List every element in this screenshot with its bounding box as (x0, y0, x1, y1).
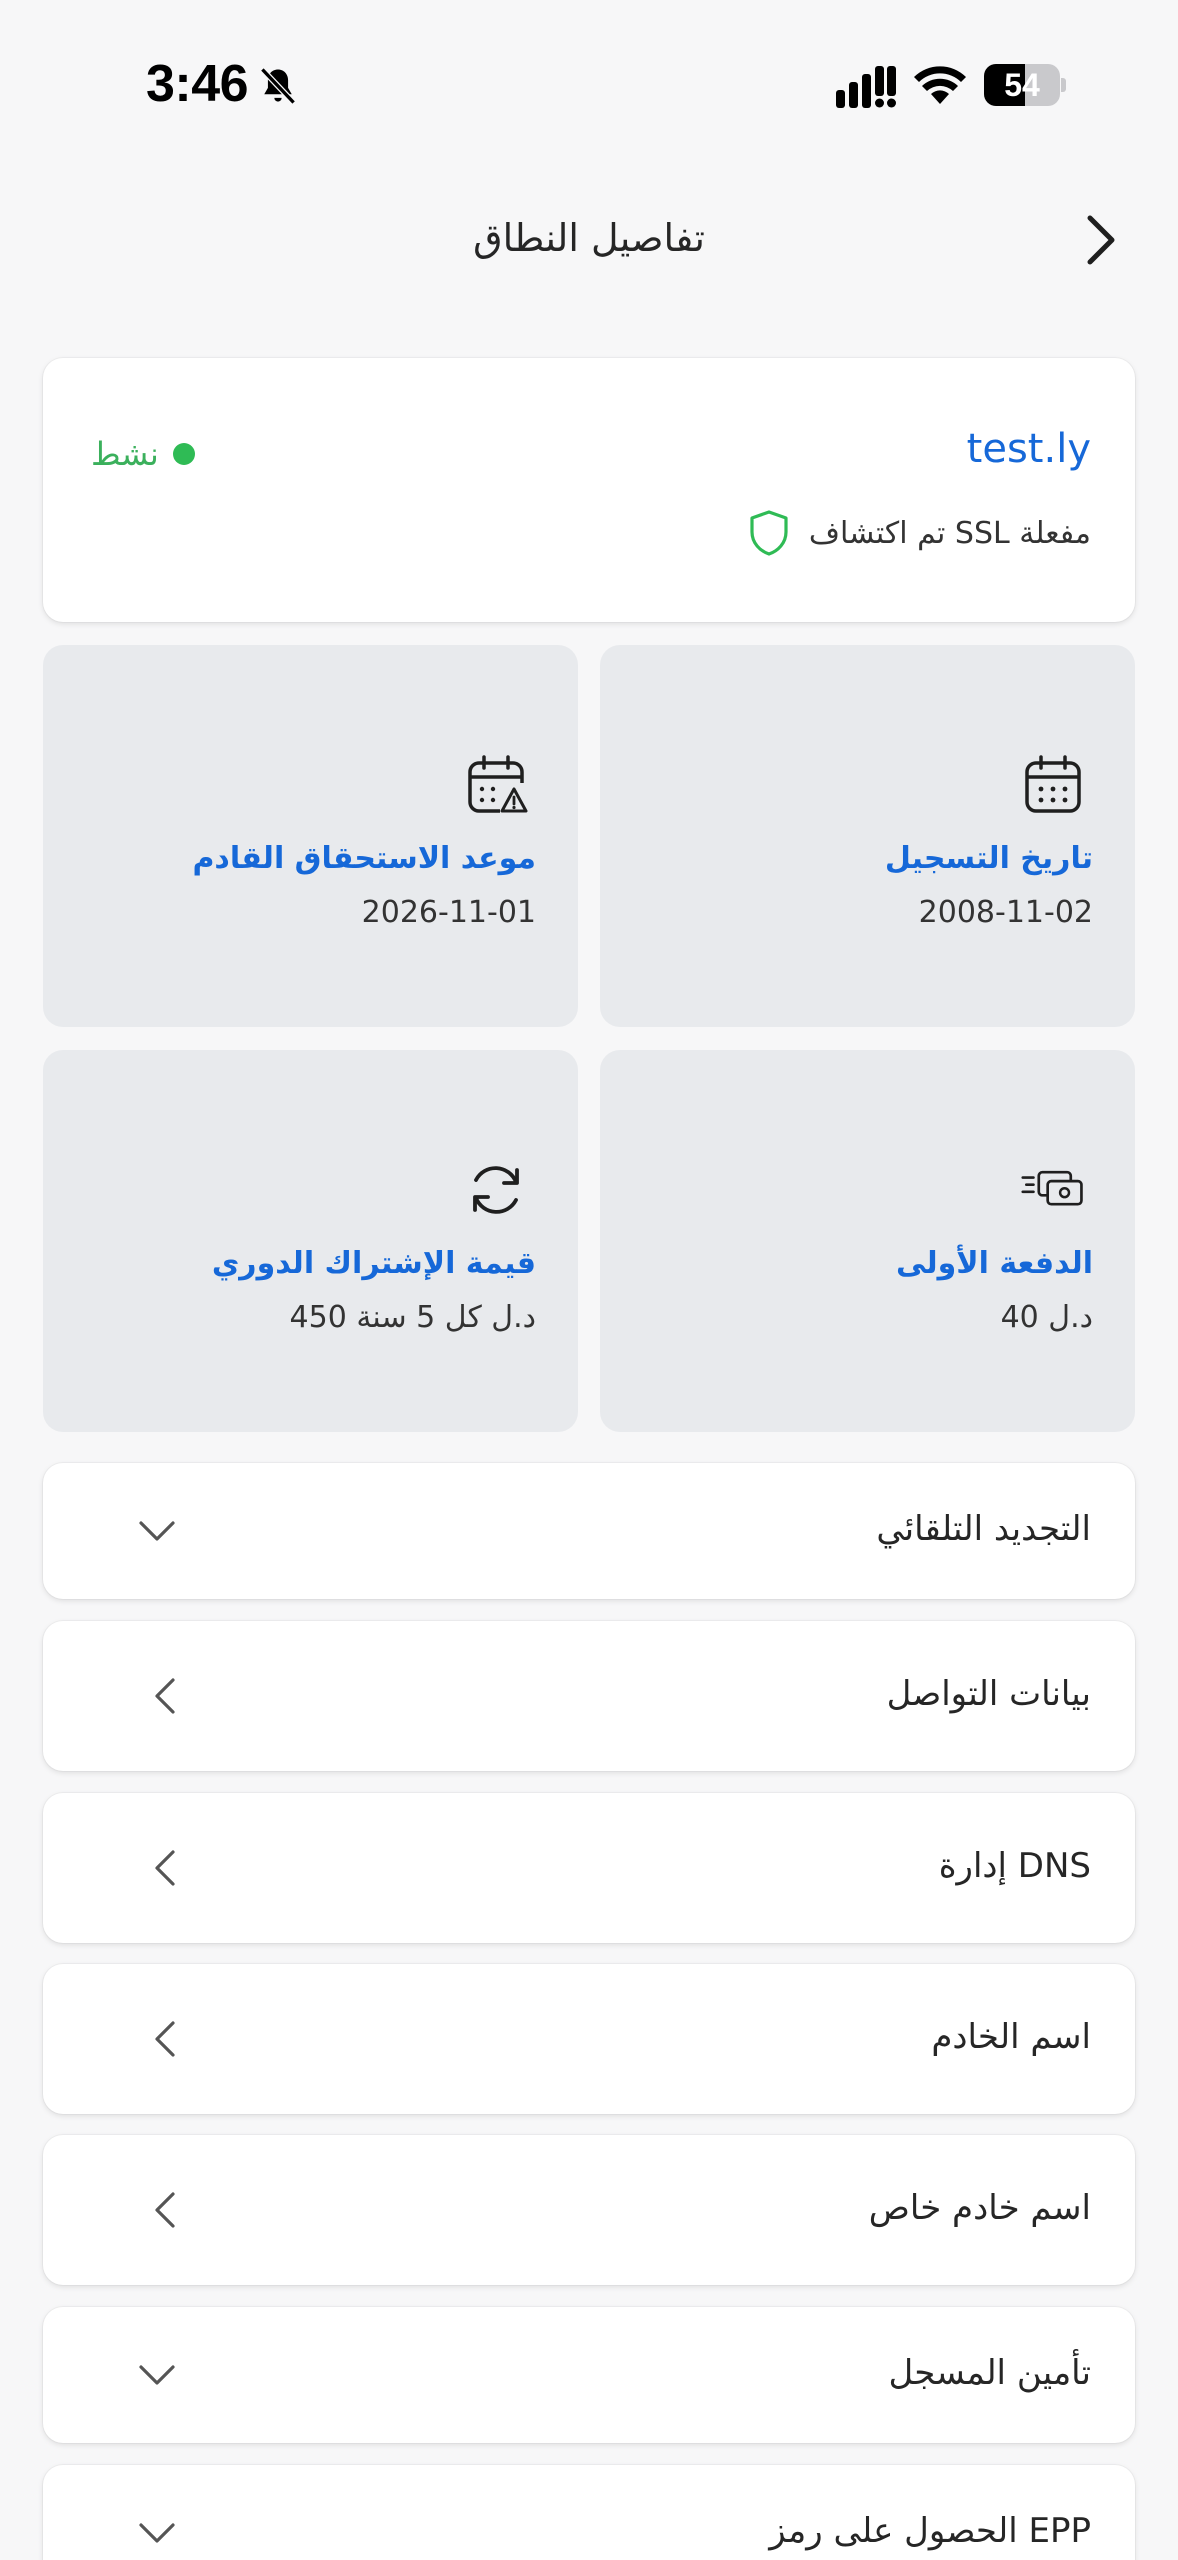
section-label: اسم خادم خاص (868, 2188, 1091, 2228)
registration-date-tile: تاريخ التسجيل 2008-11-02 (600, 645, 1135, 1027)
signal-icon (836, 66, 896, 108)
tile-value: 2026-11-01 (361, 895, 536, 930)
chevron-left-icon (155, 1850, 175, 1886)
calendar-warning-icon (468, 755, 528, 813)
status-time: 3:46 (146, 55, 249, 113)
epp-code-section[interactable]: الحصول على رمز EPP (43, 2465, 1135, 2560)
section-label: بيانات التواصل (886, 1674, 1091, 1714)
battery-level: 54 (1004, 67, 1040, 103)
section-label: الحصول على رمز EPP (769, 2511, 1091, 2551)
tile-value: 2008-11-02 (918, 895, 1093, 930)
back-button[interactable] (1072, 208, 1128, 272)
next-due-date-tile: موعد الاستحقاق القادم 2026-11-01 (43, 645, 578, 1027)
battery-icon: 54 (984, 64, 1066, 106)
status-badge: نشط (91, 432, 195, 476)
domain-summary-card: test.ly نشط تم اكتشاف SSL مفعلة (43, 358, 1135, 622)
wifi-icon (914, 66, 966, 104)
section-label: اسم الخادم (931, 2017, 1091, 2057)
page-title: تفاصيل النطاق (473, 216, 705, 260)
ssl-text: تم اكتشاف SSL مفعلة (808, 515, 1091, 551)
chevron-left-icon (155, 2021, 175, 2057)
domain-name: test.ly (966, 426, 1091, 472)
status-dot-icon (172, 443, 195, 465)
private-nameserver-section[interactable]: اسم خادم خاص (43, 2135, 1135, 2285)
domain-details-screen: 3:46 54 تفاصيل النطاق test.ly نشط تم اكت… (0, 0, 1178, 2560)
tile-label: الدفعة الأولى (896, 1246, 1093, 1281)
tile-label: موعد الاستحقاق القادم (192, 841, 536, 876)
chevron-left-icon (155, 1678, 175, 1714)
first-payment-tile: الدفعة الأولى 40 د.ل (600, 1050, 1135, 1432)
section-label: إدارة DNS (938, 1846, 1091, 1886)
status-bar: 3:46 54 (0, 0, 1178, 150)
chevron-left-icon (155, 2192, 175, 2228)
tile-value: 450 د.ل كل 5 سنة (289, 1300, 536, 1335)
auto-renew-section[interactable]: التجديد التلقائي (43, 1463, 1135, 1599)
tile-label: تاريخ التسجيل (884, 841, 1093, 876)
ssl-status: تم اكتشاف SSL مفعلة (747, 508, 1091, 558)
registrar-lock-section[interactable]: تأمين المسجل (43, 2307, 1135, 2443)
money-icon (1021, 1170, 1083, 1206)
subscription-value-tile: قيمة الإشتراك الدوري 450 د.ل كل 5 سنة (43, 1050, 578, 1432)
section-label: تأمين المسجل (888, 2353, 1091, 2393)
chevron-down-icon (139, 2365, 175, 2385)
tile-value: 40 د.ل (1000, 1300, 1093, 1335)
dns-management-section[interactable]: إدارة DNS (43, 1793, 1135, 1943)
bell-muted-icon (260, 67, 296, 105)
refresh-icon (473, 1166, 519, 1214)
tile-label: قيمة الإشتراك الدوري (211, 1246, 536, 1281)
section-label: التجديد التلقائي (876, 1509, 1091, 1549)
calendar-icon (1025, 755, 1081, 813)
shield-icon (750, 510, 788, 556)
chevron-down-icon (139, 2523, 175, 2543)
chevron-down-icon (139, 1521, 175, 1541)
contact-info-section[interactable]: بيانات التواصل (43, 1621, 1135, 1771)
nameserver-section[interactable]: اسم الخادم (43, 1964, 1135, 2114)
status-text: نشط (91, 435, 159, 473)
top-bar: تفاصيل النطاق (0, 190, 1178, 300)
